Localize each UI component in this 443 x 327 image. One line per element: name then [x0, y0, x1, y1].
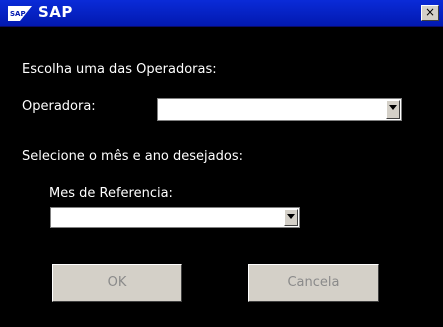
window-title: SAP [38, 3, 73, 21]
sap-logo-icon: SAP [8, 6, 32, 21]
chevron-down-icon [389, 105, 397, 110]
close-button[interactable]: × [421, 5, 439, 21]
close-icon: × [424, 5, 436, 19]
svg-text:SAP: SAP [10, 10, 26, 18]
operadora-select[interactable] [157, 98, 402, 121]
chevron-down-icon [287, 214, 295, 219]
operadora-label: Operadora: [22, 99, 96, 114]
operadora-dropdown-button[interactable] [386, 100, 400, 119]
mes-referencia-select[interactable] [50, 207, 300, 228]
cancel-button[interactable]: Cancela [248, 264, 379, 302]
intro-label: Escolha uma das Operadoras: [22, 62, 217, 77]
ok-button[interactable]: OK [52, 264, 182, 302]
mes-referencia-label: Mes de Referencia: [49, 186, 173, 201]
title-bar[interactable]: SAP SAP × [0, 0, 443, 27]
sap-dialog-window: SAP SAP × Escolha uma das Operadoras: Op… [0, 0, 443, 327]
period-label: Selecione o mês e ano desejados: [22, 149, 243, 164]
mes-dropdown-button[interactable] [284, 209, 298, 226]
